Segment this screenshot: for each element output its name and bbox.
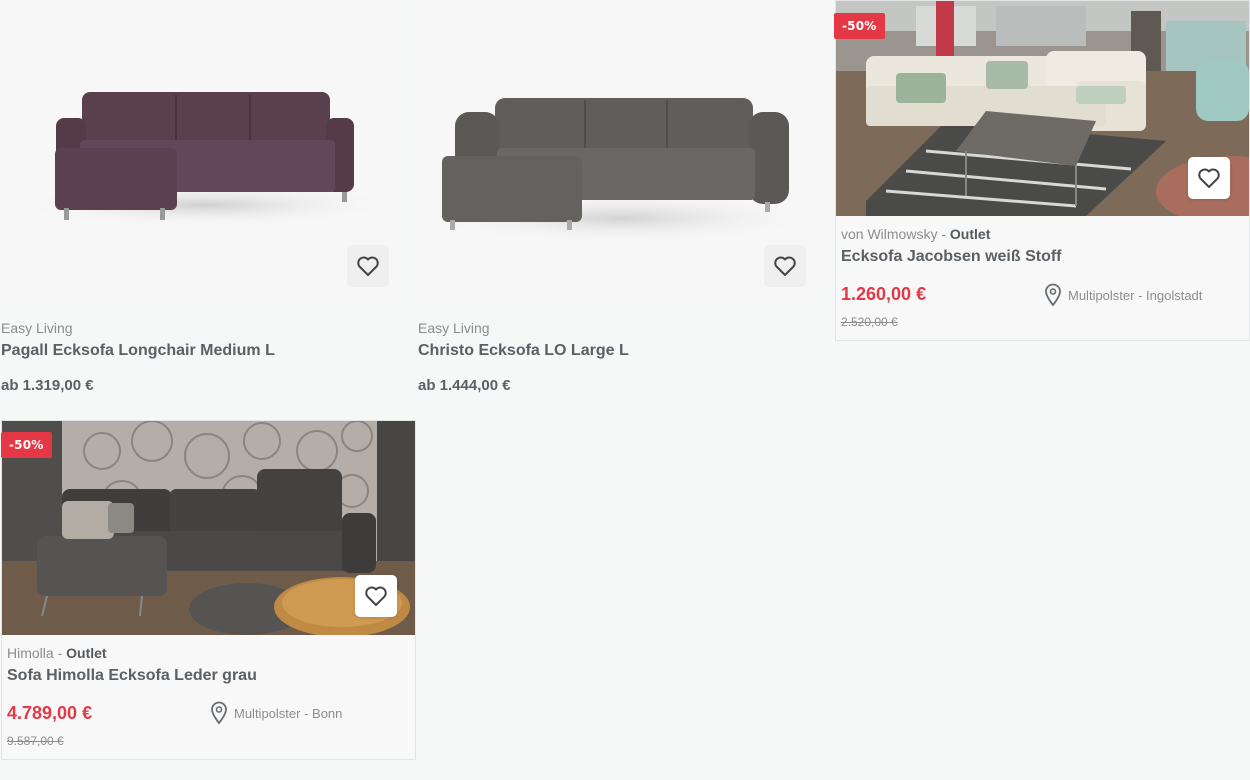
heart-outline-icon	[774, 256, 796, 276]
original-price: 2.520,00 €	[841, 315, 898, 329]
product-brand: Easy Living	[1, 320, 73, 336]
discount-badge: -50%	[1, 432, 52, 458]
original-price: 9.587,00 €	[7, 734, 64, 748]
product-title[interactable]: Ecksofa Jacobsen weiß Stoff	[841, 248, 1062, 266]
favorite-button[interactable]	[355, 575, 397, 617]
outlet-label: Outlet	[949, 226, 991, 242]
product-title[interactable]: Pagall Ecksofa Longchair Medium L	[1, 342, 275, 360]
heart-outline-icon	[357, 256, 379, 276]
favorite-button[interactable]	[764, 245, 806, 287]
product-title[interactable]: Christo Ecksofa LO Large L	[418, 342, 629, 360]
outlet-label: Outlet	[66, 645, 107, 661]
product-brand: von Wilmowsky - Outlet	[841, 226, 991, 242]
store-location: Multipolster - Bonn	[210, 701, 342, 725]
sale-price: 1.260,00 €	[841, 284, 927, 304]
sale-price: 4.789,00 €	[7, 703, 93, 723]
heart-outline-icon	[365, 586, 387, 606]
product-title[interactable]: Sofa Himolla Ecksofa Leder grau	[7, 667, 257, 685]
product-card[interactable]: Easy Living Pagall Ecksofa Longchair Med…	[0, 0, 408, 400]
product-price: ab 1.444,00 €	[418, 377, 511, 394]
product-image[interactable]	[2, 421, 415, 635]
product-brand: Easy Living	[418, 320, 490, 336]
discount-badge: -50%	[834, 13, 885, 39]
map-pin-icon	[211, 701, 227, 725]
heart-outline-icon	[1198, 168, 1220, 188]
product-price: ab 1.319,00 €	[1, 377, 94, 394]
product-card[interactable]: -50% von Wilmowsky - Outlet Ecksofa Jaco…	[834, 0, 1250, 341]
product-card[interactable]: -50% Himolla - Outlet Sofa Himolla Eckso…	[1, 420, 416, 760]
map-pin-icon	[1045, 283, 1061, 307]
favorite-button[interactable]	[347, 245, 389, 287]
product-card[interactable]: Easy Living Christo Ecksofa LO Large L a…	[417, 0, 825, 400]
favorite-button[interactable]	[1188, 157, 1230, 199]
product-brand: Himolla - Outlet	[7, 645, 107, 661]
store-location: Multipolster - Ingolstadt	[1044, 283, 1202, 307]
